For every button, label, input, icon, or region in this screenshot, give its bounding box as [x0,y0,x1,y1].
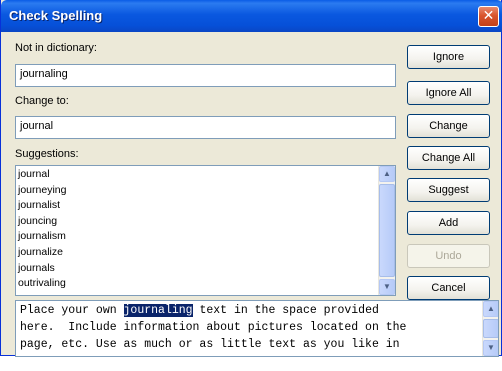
not-in-dictionary-field[interactable]: journaling [15,64,396,87]
context-scrollbar[interactable]: ▲ ▼ [482,301,498,356]
scroll-up-icon[interactable]: ▲ [379,166,395,182]
context-line1-after: text in the space provided [192,304,379,317]
suggestion-item[interactable]: journals [16,261,378,277]
context-text-box[interactable]: Place your own journaling text in the sp… [15,300,499,357]
check-spelling-dialog: Check Spelling ✕ Not in dictionary: jour… [0,0,502,357]
suggest-button[interactable]: Suggest [407,178,490,202]
change-all-button[interactable]: Change All [407,146,490,170]
suggestion-item[interactable]: journal [16,167,378,183]
close-button[interactable]: ✕ [478,6,499,27]
suggestion-item[interactable]: jouncing [16,214,378,230]
change-button[interactable]: Change [407,114,490,138]
suggestions-scrollbar[interactable]: ▲ ▼ [378,166,395,295]
window-title: Check Spelling [9,8,103,23]
misspelled-word-highlight: journaling [123,304,193,317]
context-text: Place your own journaling text in the sp… [20,302,480,353]
scroll-thumb[interactable] [483,319,498,338]
change-to-label: Change to: [15,95,69,107]
suggestion-item[interactable]: journeying [16,183,378,199]
suggestions-list[interactable]: journal journeying journalist jouncing j… [15,165,396,296]
scroll-down-icon[interactable]: ▼ [379,279,395,295]
change-to-field[interactable]: journal [15,116,396,139]
title-bar[interactable]: Check Spelling ✕ [1,0,502,32]
scroll-down-icon[interactable]: ▼ [483,340,498,356]
context-line1-before: Place your own [20,304,124,317]
not-in-dictionary-label: Not in dictionary: [15,42,97,54]
undo-button[interactable]: Undo [407,244,490,268]
context-line3: page, etc. Use as much or as little text… [20,338,400,351]
scroll-up-icon[interactable]: ▲ [483,301,498,317]
suggestion-item[interactable]: journalism [16,229,378,245]
cancel-button[interactable]: Cancel [407,276,490,300]
suggestions-label: Suggestions: [15,148,79,160]
scroll-thumb[interactable] [379,184,395,277]
add-button[interactable]: Add [407,211,490,235]
context-line2: here. Include information about pictures… [20,321,407,334]
suggestion-item[interactable]: journalize [16,245,378,261]
suggestion-item[interactable]: journalist [16,198,378,214]
suggestion-item[interactable]: outrivaling [16,276,378,292]
ignore-button[interactable]: Ignore [407,45,490,69]
close-icon: ✕ [482,8,495,24]
ignore-all-button[interactable]: Ignore All [407,81,490,105]
